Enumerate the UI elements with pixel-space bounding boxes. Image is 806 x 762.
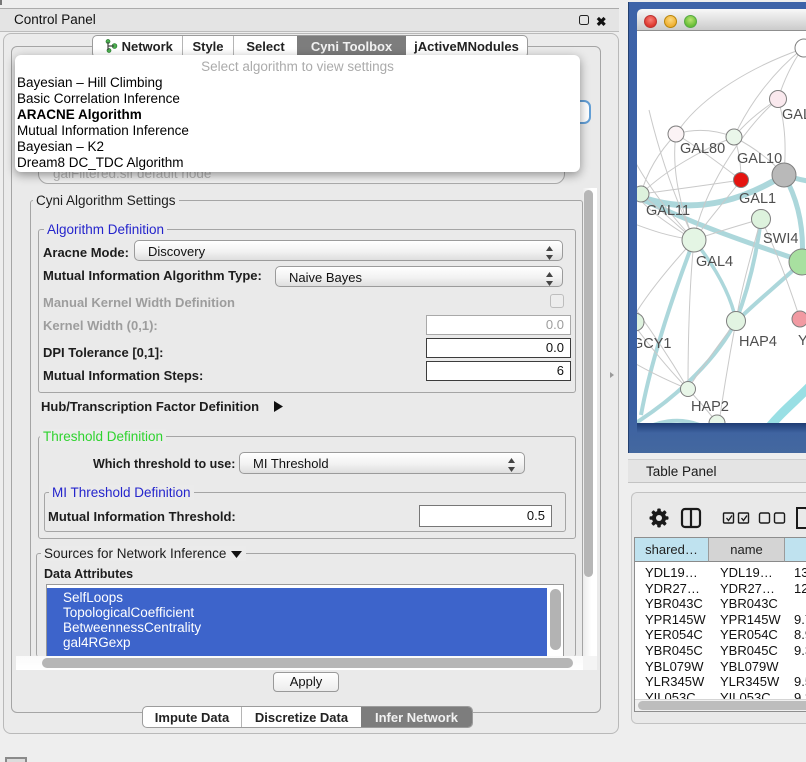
svg-text:SWI4: SWI4 — [763, 231, 798, 247]
svg-text:GAL4: GAL4 — [696, 254, 733, 270]
svg-text:YD: YD — [798, 333, 806, 349]
svg-text:GAL80: GAL80 — [680, 141, 725, 157]
svg-text:GAL7: GAL7 — [782, 107, 806, 123]
svg-text:GCY1: GCY1 — [637, 336, 672, 352]
svg-text:GAL10: GAL10 — [737, 151, 782, 167]
svg-text:GAL11: GAL11 — [646, 203, 690, 219]
svg-text:GAL1: GAL1 — [739, 191, 776, 207]
svg-text:HAP2: HAP2 — [691, 399, 729, 415]
svg-text:HAP4: HAP4 — [739, 334, 777, 350]
